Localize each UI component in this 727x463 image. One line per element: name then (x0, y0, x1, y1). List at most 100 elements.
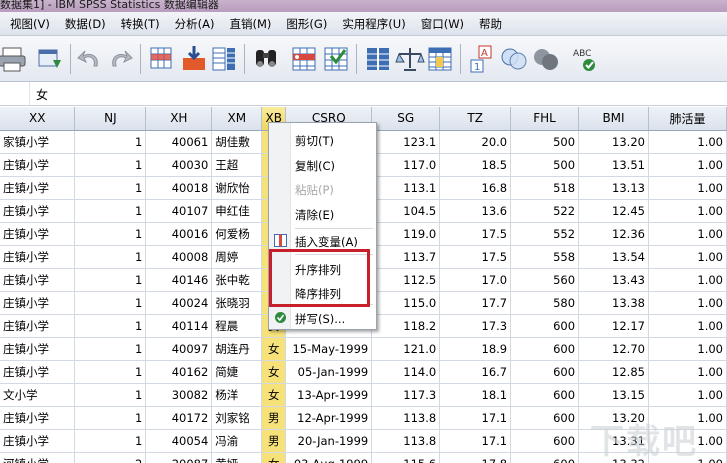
table-cell[interactable]: 周婷 (211, 245, 263, 269)
find-icon[interactable] (250, 42, 282, 76)
table-cell[interactable]: 何爱杨 (211, 222, 263, 246)
table-cell[interactable]: 庄镇小学 (0, 153, 76, 177)
value-labels-icon[interactable]: A1 (466, 42, 498, 76)
table-cell[interactable]: 文小学 (0, 383, 76, 407)
table-cell[interactable]: 1 (74, 314, 147, 338)
table-cell[interactable]: 男 (261, 406, 287, 430)
column-header[interactable]: XH (145, 107, 213, 131)
table-cell[interactable]: 05-Jan-1999 (285, 360, 373, 384)
table-cell[interactable]: 1.00 (648, 337, 727, 361)
table-cell[interactable]: 庄镇小学 (0, 176, 76, 200)
table-cell[interactable]: 17.1 (439, 406, 512, 430)
table-cell[interactable]: 1 (74, 268, 147, 292)
column-header[interactable]: BMI (578, 107, 649, 131)
insert-variable-icon[interactable] (320, 42, 352, 76)
spell-check-icon[interactable]: ABC (570, 42, 602, 76)
table-cell[interactable]: 552 (510, 222, 580, 246)
table-cell[interactable]: 600 (510, 383, 580, 407)
table-cell[interactable]: 560 (510, 268, 580, 292)
table-cell[interactable]: 40172 (145, 406, 213, 430)
table-cell[interactable]: 18.5 (439, 153, 512, 177)
table-cell[interactable]: 黄娅 (211, 452, 263, 463)
split-file-icon[interactable] (362, 42, 394, 76)
table-cell[interactable]: 113.1 (371, 176, 441, 200)
table-cell[interactable]: 1 (74, 360, 147, 384)
table-cell[interactable]: 40054 (145, 429, 213, 453)
menu-direct-marketing[interactable]: 直销(M) (230, 16, 272, 32)
table-cell[interactable]: 1 (74, 176, 147, 200)
table-cell[interactable]: 庄镇小学 (0, 337, 76, 361)
menu-graphs[interactable]: 图形(G) (286, 16, 327, 32)
table-cell[interactable]: 13.20 (578, 130, 649, 154)
table-cell[interactable]: 庄镇小学 (0, 314, 76, 338)
table-cell[interactable]: 16.7 (439, 360, 512, 384)
table-cell[interactable]: 12.36 (578, 222, 649, 246)
table-cell[interactable]: 40016 (145, 222, 213, 246)
table-cell[interactable]: 15-May-1999 (285, 337, 373, 361)
table-cell[interactable]: 1.00 (648, 360, 727, 384)
table-cell[interactable]: 13.43 (578, 268, 649, 292)
table-cell[interactable]: 庄镇小学 (0, 268, 76, 292)
menu-item-insert-variable[interactable]: 插入变量(A) (295, 234, 358, 250)
table-cell[interactable]: 申红佳 (211, 199, 263, 223)
table-cell[interactable]: 杨洋 (211, 383, 263, 407)
table-cell[interactable]: 558 (510, 245, 580, 269)
table-cell[interactable]: 1.00 (648, 130, 727, 154)
table-cell[interactable]: 程晨 (211, 314, 263, 338)
menu-item-cut[interactable]: 剪切(T) (295, 133, 334, 149)
table-cell[interactable]: 胡佳敷 (211, 130, 263, 154)
menu-item-spelling[interactable]: 拼写(S)... (295, 311, 345, 327)
table-cell[interactable]: 600 (510, 360, 580, 384)
table-cell[interactable]: 1.00 (648, 222, 727, 246)
table-cell[interactable]: 522 (510, 199, 580, 223)
table-cell[interactable]: 庄镇小学 (0, 429, 76, 453)
table-cell[interactable]: 17.3 (439, 314, 512, 338)
cell-editor-value[interactable]: 女 (36, 86, 48, 103)
recall-dialog-icon[interactable] (34, 42, 66, 76)
table-cell[interactable]: 17.5 (439, 245, 512, 269)
table-cell[interactable]: 113.8 (371, 406, 441, 430)
table-cell[interactable]: 600 (510, 337, 580, 361)
table-cell[interactable]: 冯渝 (211, 429, 263, 453)
table-cell[interactable]: 40018 (145, 176, 213, 200)
table-cell[interactable]: 20087 (145, 452, 213, 463)
table-cell[interactable]: 1.00 (648, 199, 727, 223)
table-cell[interactable]: 刘家铭 (211, 406, 263, 430)
table-cell[interactable]: 13.15 (578, 383, 649, 407)
table-cell[interactable]: 117.3 (371, 383, 441, 407)
table-cell[interactable]: 1 (74, 429, 147, 453)
print-icon[interactable] (0, 42, 28, 76)
table-cell[interactable]: 庄镇小学 (0, 245, 76, 269)
table-cell[interactable]: 13.6 (439, 199, 512, 223)
goto-variable-icon[interactable] (178, 42, 210, 76)
undo-icon[interactable] (74, 42, 106, 76)
table-cell[interactable]: 17.1 (439, 429, 512, 453)
redo-icon[interactable] (104, 42, 136, 76)
table-cell[interactable]: 家镇小学 (0, 130, 76, 154)
menu-help[interactable]: 帮助 (479, 16, 502, 32)
table-cell[interactable]: 简婕 (211, 360, 263, 384)
table-cell[interactable]: 庄镇小学 (0, 199, 76, 223)
table-cell[interactable]: 113.7 (371, 245, 441, 269)
menu-view[interactable]: 视图(V) (10, 16, 50, 32)
table-cell[interactable]: 114.0 (371, 360, 441, 384)
table-cell[interactable]: 1 (74, 130, 147, 154)
table-cell[interactable]: 03-Aug-1999 (285, 452, 373, 463)
table-cell[interactable]: 118.2 (371, 314, 441, 338)
table-cell[interactable]: 女 (261, 337, 287, 361)
table-cell[interactable]: 男 (261, 429, 287, 453)
table-cell[interactable]: 40008 (145, 245, 213, 269)
column-header[interactable]: XM (211, 107, 263, 131)
weight-cases-icon[interactable] (394, 42, 426, 76)
table-cell[interactable]: 18.1 (439, 383, 512, 407)
table-cell[interactable]: 17.7 (439, 291, 512, 315)
table-cell[interactable]: 117.0 (371, 153, 441, 177)
table-cell[interactable]: 20-Jan-1999 (285, 429, 373, 453)
menu-data[interactable]: 数据(D) (65, 16, 106, 32)
table-cell[interactable]: 40030 (145, 153, 213, 177)
table-cell[interactable]: 20.0 (439, 130, 512, 154)
table-cell[interactable]: 13.13 (578, 176, 649, 200)
table-cell[interactable]: 112.5 (371, 268, 441, 292)
table-cell[interactable]: 1.00 (648, 268, 727, 292)
table-cell[interactable]: 600 (510, 406, 580, 430)
